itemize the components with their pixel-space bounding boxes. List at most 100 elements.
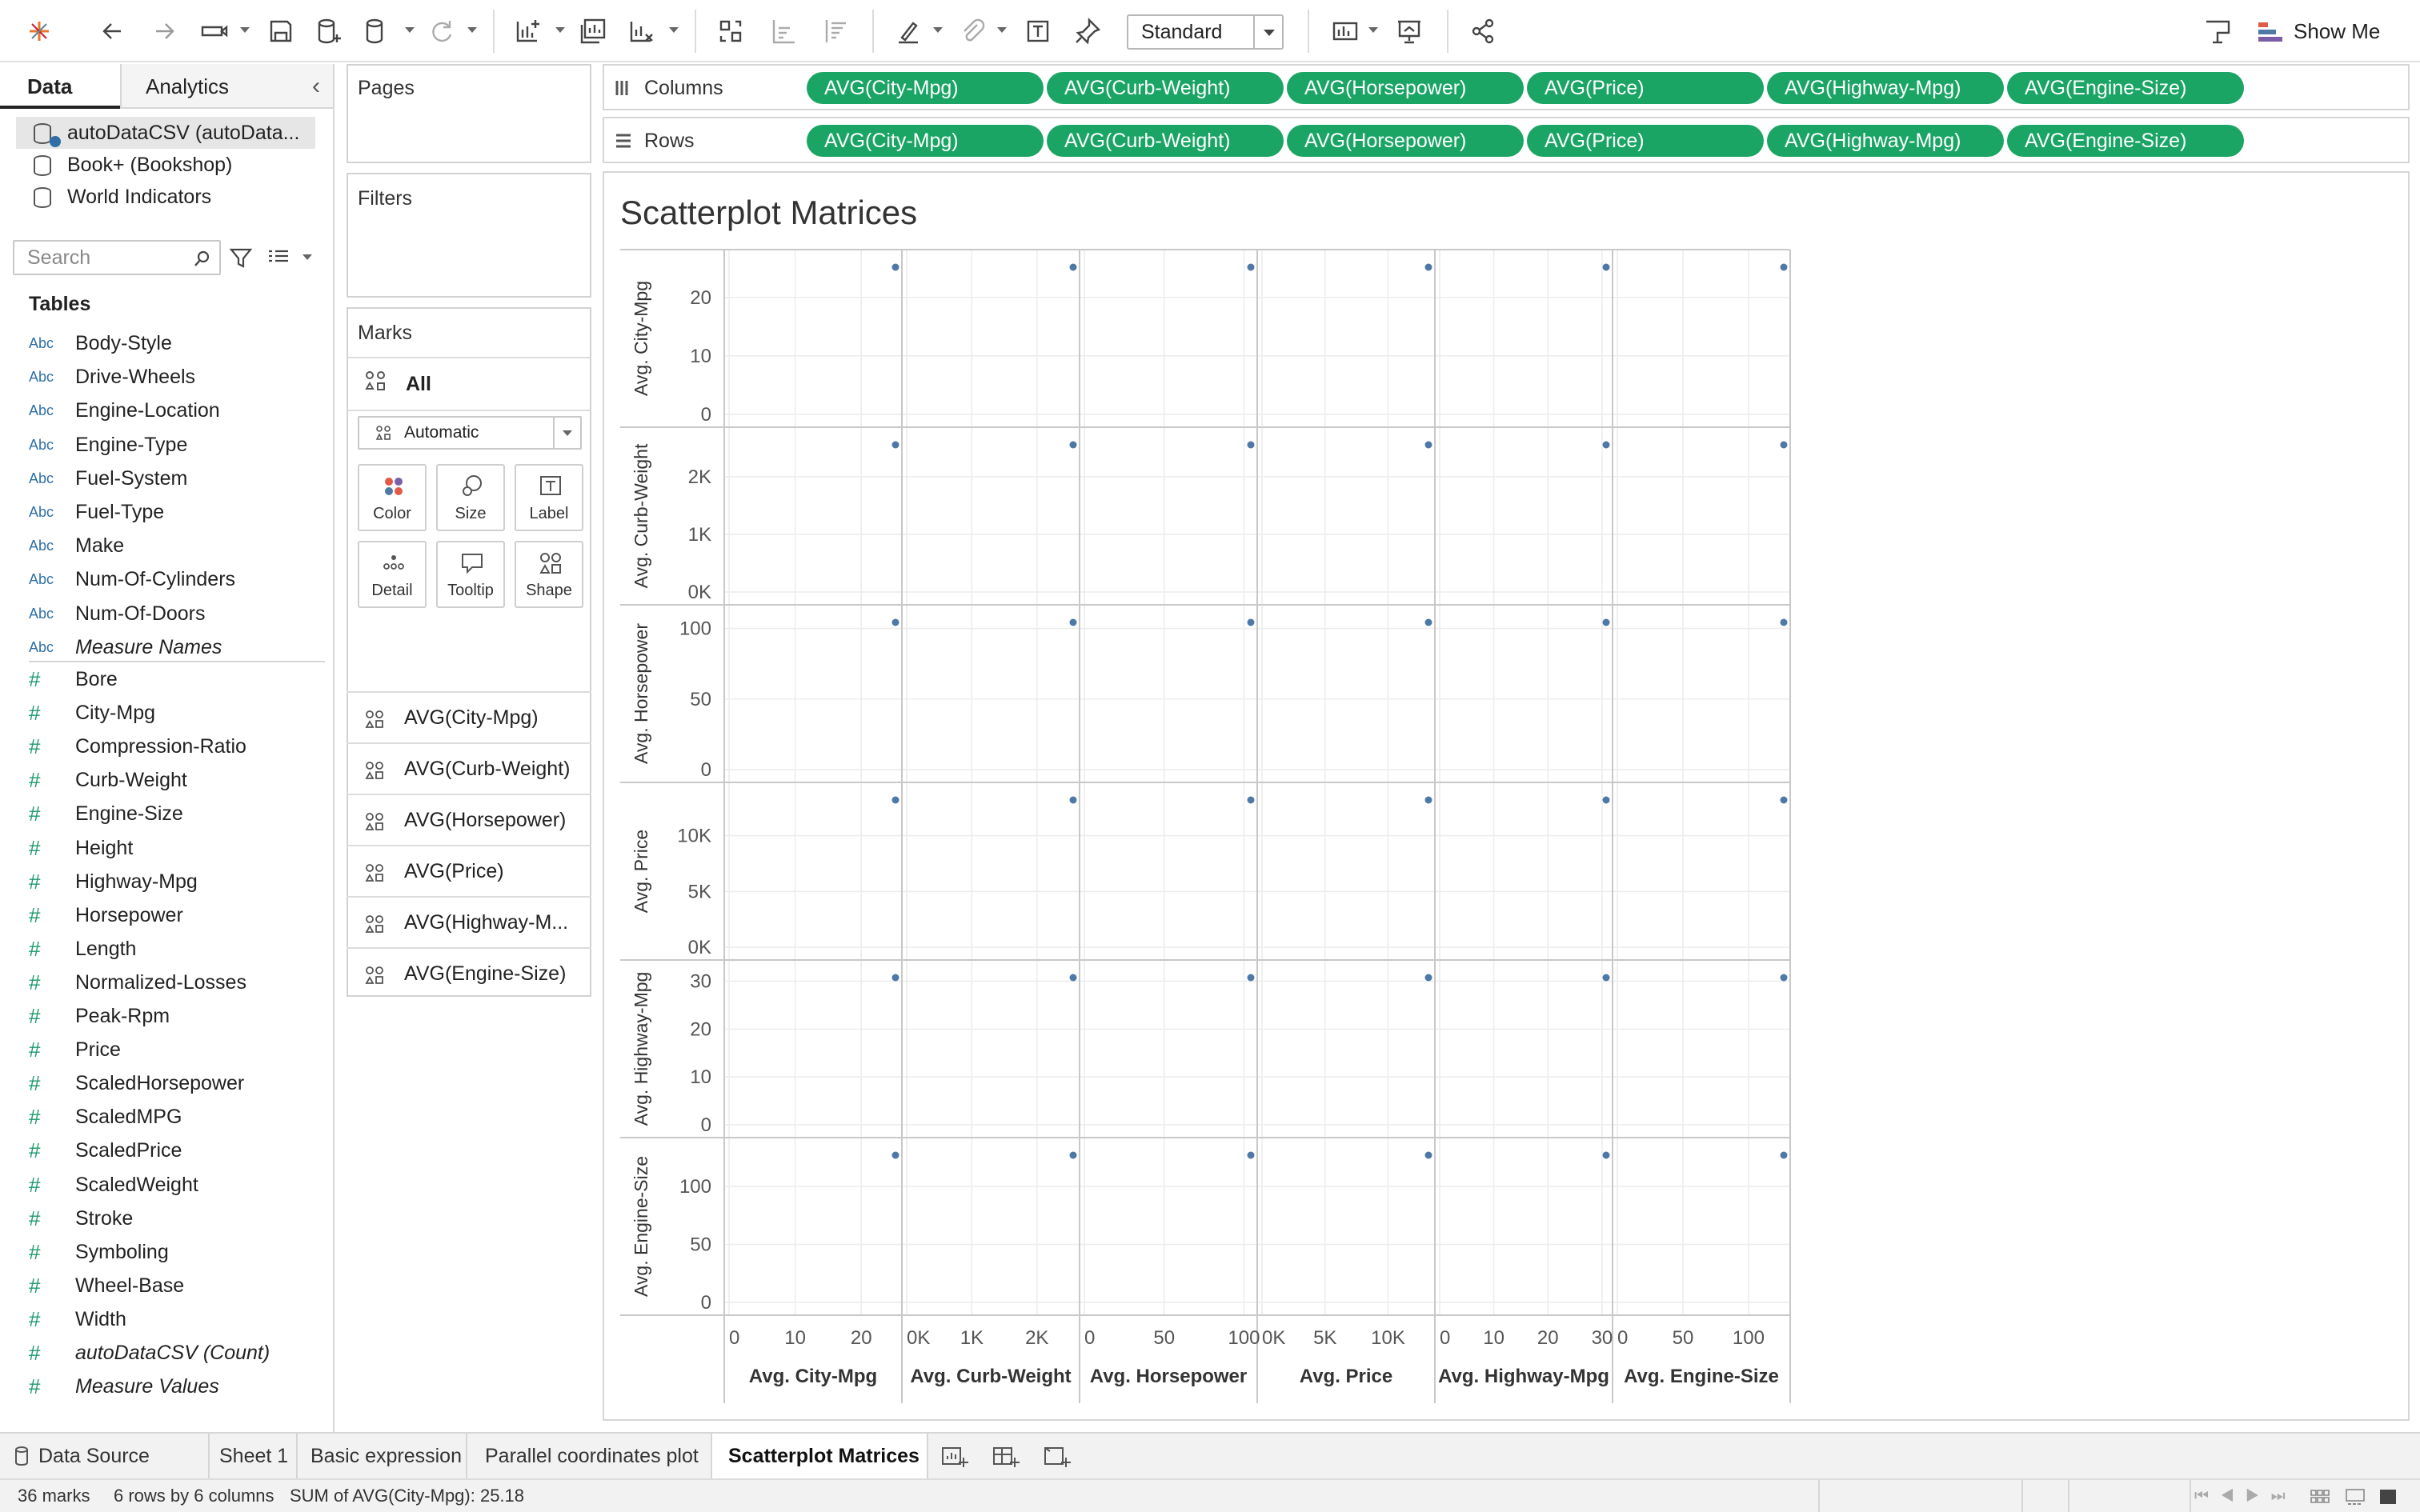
field-label: ScaledHorsepower (75, 1072, 245, 1095)
tab-scatterplot-matrices[interactable]: Scatterplot Matrices (712, 1434, 928, 1478)
sort-descending-icon[interactable] (816, 11, 856, 51)
sheet-tab-bar: Data Source Sheet 1 Basic expression Par… (0, 1432, 2420, 1478)
new-worksheet-icon[interactable] (507, 11, 547, 51)
replay-icon[interactable] (192, 11, 235, 51)
show-me-button[interactable]: Show Me (2257, 14, 2409, 50)
detail-button[interactable]: Detail (358, 541, 427, 608)
mark-field-item[interactable]: AVG(Horsepower) (347, 794, 591, 845)
collapse-pane-icon[interactable]: ‹ (312, 64, 320, 109)
clear-sheet-icon[interactable] (621, 11, 661, 51)
divider (29, 661, 325, 662)
field-pill[interactable]: AVG(City-Mpg) (807, 72, 1044, 104)
presentation-mode-icon[interactable] (1388, 11, 1431, 51)
group-members-icon[interactable] (952, 11, 992, 51)
tableau-logo-icon[interactable] (19, 11, 59, 51)
tab-basic-expression[interactable]: Basic expression (298, 1434, 467, 1478)
scatter-point (1602, 441, 1610, 449)
tab-data[interactable]: Data (0, 64, 120, 109)
save-icon[interactable] (261, 11, 301, 51)
refresh-icon[interactable] (421, 11, 461, 51)
string-type-icon: Abc (29, 638, 54, 655)
filters-card[interactable]: Filters (347, 173, 591, 298)
scatter-point (1602, 974, 1610, 982)
mark-field-item[interactable]: AVG(Engine-Size) (347, 947, 591, 998)
field-pill[interactable]: AVG(Curb-Weight) (1047, 125, 1284, 157)
row-tick-label: 0 (701, 1114, 711, 1136)
field-pill[interactable]: AVG(City-Mpg) (807, 125, 1044, 157)
new-dashboard-icon[interactable] (992, 1445, 1020, 1469)
number-type-icon: # (29, 1239, 41, 1264)
swap-icon[interactable] (711, 11, 751, 51)
datasource-item[interactable]: Book+ (Bookshop) (16, 149, 315, 181)
mark-field-item[interactable]: AVG(Curb-Weight) (347, 742, 591, 794)
tab-data-source[interactable]: Data Source (0, 1434, 210, 1478)
share-icon[interactable] (1461, 11, 1504, 51)
tooltip-button[interactable]: Tooltip (436, 541, 505, 608)
mark-type-select[interactable]: Automatic (358, 416, 582, 450)
refresh-dropdown-icon[interactable] (467, 27, 477, 33)
tooltip-icon[interactable] (2196, 11, 2239, 51)
new-worksheet-tab-icon[interactable] (941, 1445, 968, 1469)
filmstrip-icon[interactable] (2345, 1488, 2366, 1506)
show-labels-icon[interactable] (1018, 11, 1058, 51)
mark-field-item[interactable]: AVG(City-Mpg) (347, 691, 591, 742)
columns-shelf[interactable]: Columns AVG(City-Mpg) AVG(Curb-Weight) AVG… (603, 64, 2410, 110)
column-tick-label: 50 (1673, 1327, 1694, 1349)
chevron-down-icon[interactable] (553, 418, 580, 448)
undo-icon[interactable] (93, 11, 133, 51)
sort-ascending-icon[interactable] (763, 11, 803, 51)
scatter-point (1424, 1151, 1432, 1159)
field-pill[interactable]: AVG(Highway-Mpg) (1767, 125, 2004, 157)
filter-icon[interactable] (229, 246, 253, 270)
tab-analytics[interactable]: Analytics ‹ (120, 64, 333, 109)
view-toggle-dropdown-icon[interactable] (302, 254, 312, 260)
mark-field-item[interactable]: AVG(Price) (347, 845, 591, 896)
field-pill[interactable]: AVG(Horsepower) (1287, 72, 1524, 104)
field-pill[interactable]: AVG(Highway-Mpg) (1767, 72, 2004, 104)
new-story-icon[interactable] (1044, 1445, 1071, 1469)
tabs-view-icon[interactable] (2380, 1490, 2396, 1504)
datasource-item[interactable]: autoDataCSV (autoData... (16, 117, 315, 149)
new-datasource-icon[interactable] (309, 11, 349, 51)
detail-mark-icon (365, 710, 383, 728)
search-input[interactable]: Search (13, 240, 221, 275)
fix-axes-icon[interactable] (1068, 11, 1108, 51)
row-axis-title: Avg. Curb-Weight (631, 443, 651, 588)
highlight-icon[interactable] (888, 11, 928, 51)
color-button[interactable]: Color (358, 464, 427, 531)
field-pill[interactable]: AVG(Price) (1527, 72, 1764, 104)
field-pill[interactable]: AVG(Horsepower) (1287, 125, 1524, 157)
datasource-dropdown-icon[interactable] (405, 27, 415, 33)
field-pill[interactable]: AVG(Engine-Size) (2007, 72, 2244, 104)
tab-sheet-1[interactable]: Sheet 1 (210, 1434, 298, 1478)
shape-button[interactable]: Shape (515, 541, 583, 608)
new-worksheet-dropdown-icon[interactable] (555, 27, 565, 33)
redo-icon[interactable] (144, 11, 184, 51)
rows-shelf[interactable]: Rows AVG(City-Mpg) AVG(Curb-Weight) AVG(Ho… (603, 117, 2410, 163)
field-pill[interactable]: AVG(Price) (1527, 125, 1764, 157)
label-button[interactable]: Label (515, 464, 583, 531)
datasource-item[interactable]: World Indicators (16, 181, 315, 213)
size-button[interactable]: Size (436, 464, 505, 531)
mark-field-item[interactable]: AVG(Highway-M... (347, 896, 591, 947)
clear-dropdown-icon[interactable] (669, 27, 679, 33)
tab-parallel-coordinates[interactable]: Parallel coordinates plot (467, 1434, 712, 1478)
fit-selector[interactable]: Standard (1127, 14, 1284, 50)
pages-card[interactable]: Pages (347, 64, 591, 163)
show-me-label: Show Me (2294, 19, 2381, 43)
pause-update-icon[interactable] (357, 11, 397, 51)
highlight-dropdown-icon[interactable] (933, 27, 943, 33)
sheet-sorter-icon[interactable] (2310, 1488, 2330, 1506)
replay-dropdown-icon[interactable] (240, 27, 250, 33)
row-axis-title: Avg. Highway-Mpg (631, 972, 651, 1126)
cards-dropdown-icon[interactable] (1368, 27, 1378, 33)
field-pill[interactable]: AVG(Curb-Weight) (1047, 72, 1284, 104)
field-pill[interactable]: AVG(Engine-Size) (2007, 125, 2244, 157)
duplicate-icon[interactable] (573, 11, 613, 51)
toolbar: Standard Show Me (0, 0, 2420, 62)
sheet-navigation-icon[interactable]: ⏮◀▶⏭ (2194, 1480, 2297, 1512)
view-toggle-icon[interactable] (267, 248, 290, 269)
show-cards-icon[interactable] (1324, 11, 1367, 51)
group-dropdown-icon[interactable] (997, 27, 1007, 33)
chevron-down-icon[interactable] (1253, 16, 1282, 48)
